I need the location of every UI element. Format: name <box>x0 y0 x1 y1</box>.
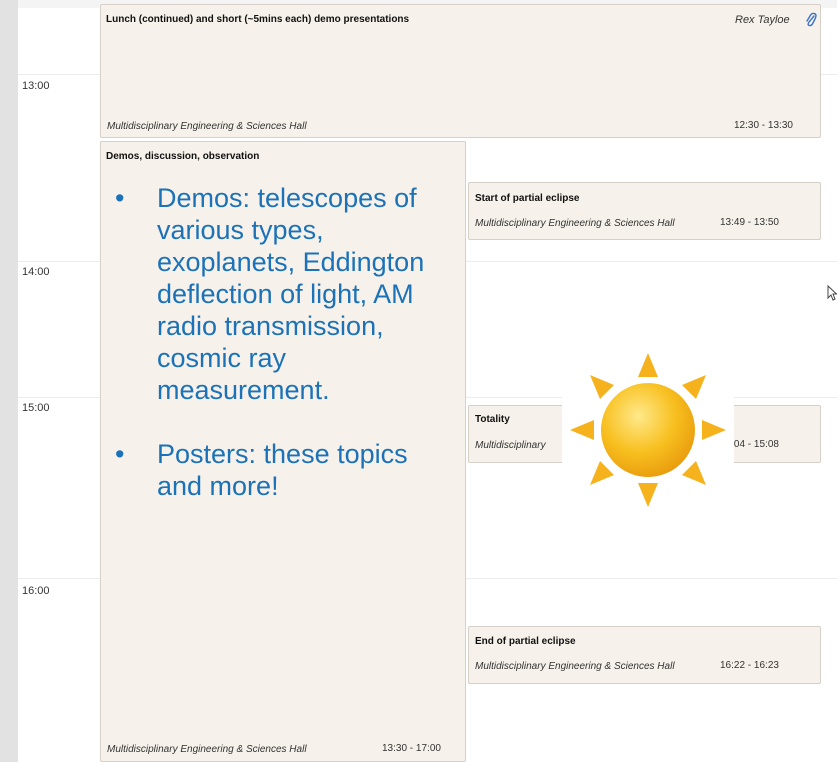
bullet-dot: • <box>115 439 125 469</box>
event-location: Multidisciplinary Engineering & Sciences… <box>107 121 307 132</box>
event-partial-start[interactable]: Start of partial eclipse Multidisciplina… <box>468 182 821 240</box>
bullet-text: Posters: these topics and more! <box>157 439 408 501</box>
event-partial-end[interactable]: End of partial eclipse Multidisciplinary… <box>468 626 821 684</box>
event-time: 16:22 - 16:23 <box>720 660 779 671</box>
event-time: 13:49 - 13:50 <box>720 217 779 228</box>
event-title: Demos, discussion, observation <box>106 151 260 162</box>
event-lunch[interactable]: Lunch (continued) and short (~5mins each… <box>100 4 821 138</box>
event-speaker: Rex Tayloe <box>735 14 790 26</box>
time-label-1500: 15:00 <box>22 402 50 414</box>
bullet-item: • Posters: these topics and more! <box>115 438 455 502</box>
bullet-item: • Demos: telescopes of various types, ex… <box>115 182 455 406</box>
event-title: Totality <box>475 414 510 425</box>
event-location: Multidisciplinary Engineering & Sciences… <box>107 744 307 755</box>
event-title: End of partial eclipse <box>475 636 576 647</box>
sun-icon <box>562 347 734 518</box>
bullet-dot: • <box>115 183 125 213</box>
event-time: 12:30 - 13:30 <box>734 120 793 131</box>
time-label-1400: 14:00 <box>22 266 50 278</box>
event-demos[interactable]: Demos, discussion, observation • Demos: … <box>100 141 466 762</box>
paperclip-icon[interactable] <box>805 12 817 33</box>
event-title: Lunch (continued) and short (~5mins each… <box>106 14 410 25</box>
event-location: Multidisciplinary Engineering & Sciences… <box>475 218 675 229</box>
mouse-cursor-icon <box>827 284 837 306</box>
event-time: 13:30 - 17:00 <box>382 743 441 754</box>
event-location: Multidisciplinary Engineering & Sciences… <box>475 661 675 672</box>
time-label-1600: 16:00 <box>22 585 50 597</box>
bullet-text: Demos: telescopes of various types, exop… <box>157 183 425 405</box>
event-title: Start of partial eclipse <box>475 193 580 204</box>
time-label-1300: 13:00 <box>22 80 50 92</box>
demo-bullet-list: • Demos: telescopes of various types, ex… <box>115 182 455 502</box>
event-location: Multidisciplinary <box>475 440 546 451</box>
